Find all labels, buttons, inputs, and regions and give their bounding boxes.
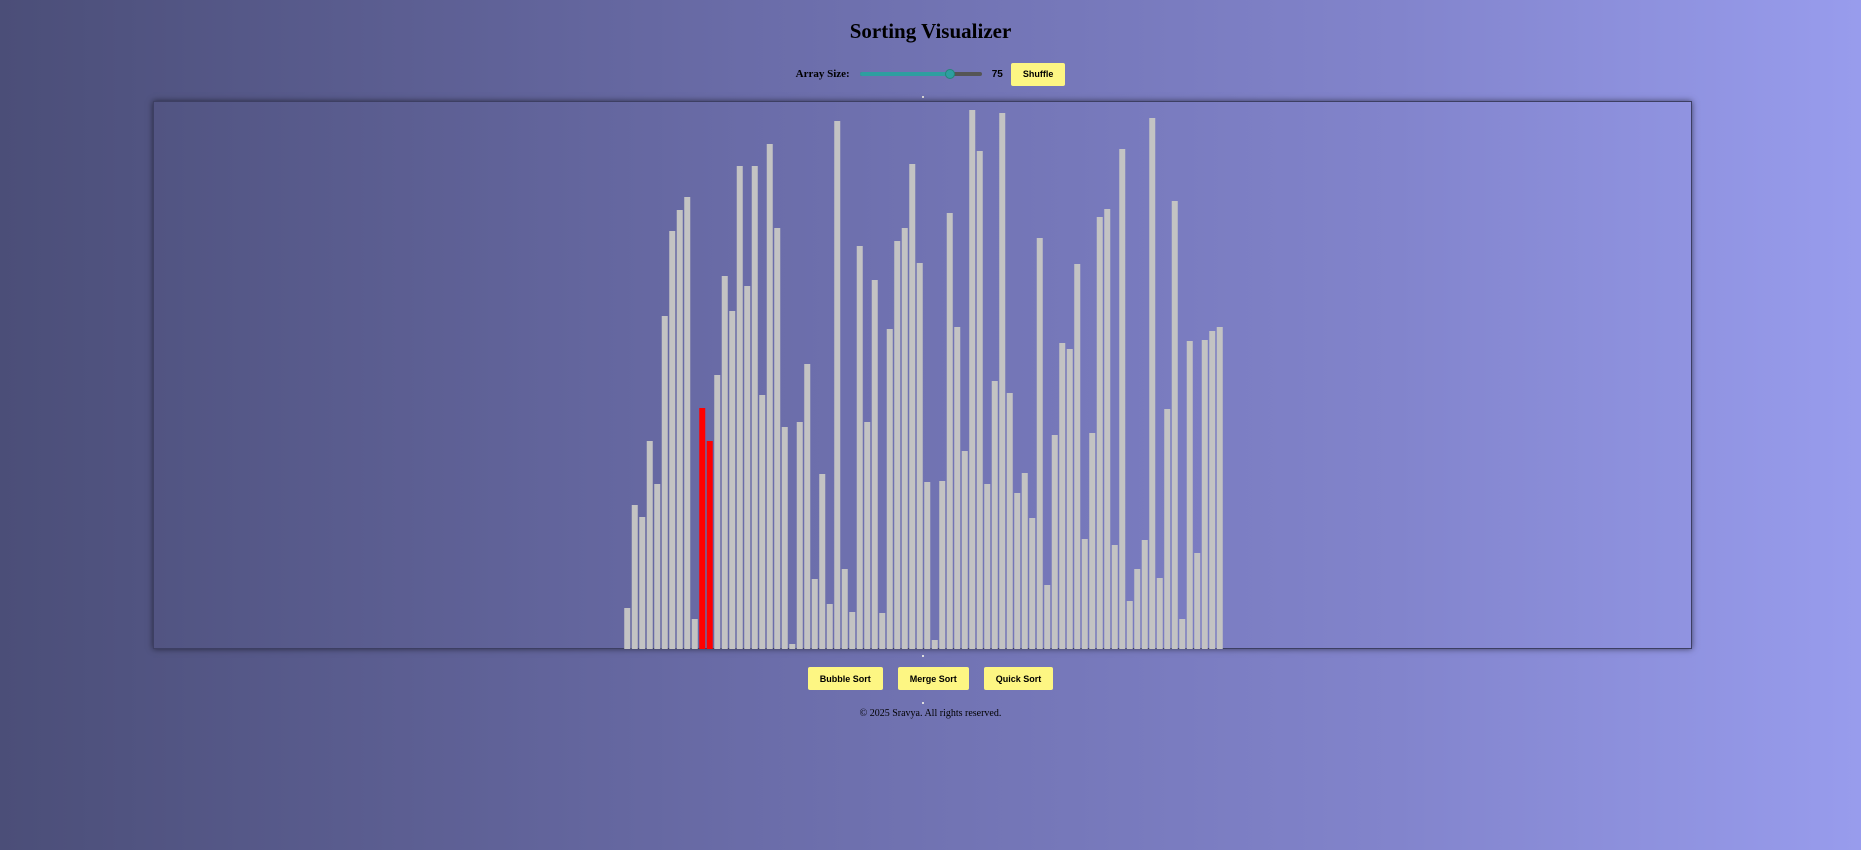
array-bar [676,210,683,649]
array-bar [1194,553,1201,649]
array-bar [661,316,668,649]
array-bar [729,311,736,649]
array-bar [759,395,766,649]
array-bar [684,197,691,649]
array-bar [1171,201,1178,649]
array-bar [954,327,961,649]
array-bar [1006,393,1013,649]
divider-dot [922,655,924,657]
visualizer-panel [153,101,1692,649]
array-bar [1179,619,1186,649]
array-bar [751,166,758,649]
shuffle-button[interactable]: Shuffle [1010,62,1066,86]
bars-chart [624,110,1223,649]
array-bar-active [699,408,706,649]
array-bar [849,612,856,649]
slider-fill [859,72,950,76]
array-bar [1126,601,1133,649]
array-bar [1014,493,1021,649]
page-title: Sorting Visualizer [849,19,1012,43]
array-bar [691,619,698,649]
array-bar [834,121,841,649]
array-size-value: 75 [991,68,1003,80]
array-bar [1044,585,1051,649]
array-bar [886,329,893,649]
array-bar [924,482,931,649]
array-bar [999,113,1006,649]
array-bar [669,231,676,649]
array-bar [1059,343,1066,649]
array-bar [1141,540,1148,649]
array-bar [744,286,751,649]
array-bar [976,151,983,649]
array-bar [826,604,833,649]
array-bar [841,569,848,649]
array-bar [1216,327,1223,649]
footer-text: © 2025 Sravya. All rights reserved. [859,708,1002,719]
array-bar [1066,349,1073,649]
array-bar [961,451,968,649]
array-bar [736,166,743,649]
array-bar [1036,238,1043,649]
array-bar [766,144,773,649]
array-bar [811,579,818,649]
array-bar [1096,217,1103,649]
quick-sort-button[interactable]: Quick Sort [983,667,1054,690]
array-bar [721,276,728,649]
array-bar [819,474,826,649]
array-bar [856,246,863,649]
array-bar [901,228,908,649]
array-bar [984,484,991,649]
array-bar [864,422,871,649]
array-size-label: Array Size: [795,68,850,80]
array-bar [1119,149,1126,649]
array-bar [654,484,661,649]
array-bar [1104,209,1111,649]
slider-thumb[interactable] [944,69,955,79]
array-bar [804,364,811,649]
array-bar [1081,539,1088,649]
array-size-slider[interactable] [859,68,982,80]
array-bar [1209,331,1216,649]
array-bar-active [706,441,713,649]
bubble-sort-button[interactable]: Bubble Sort [807,667,883,690]
array-bar [624,608,631,649]
array-bar [991,381,998,649]
array-bar [1089,433,1096,649]
array-bar [871,280,878,649]
array-bar [879,613,886,649]
divider-dot [922,96,924,98]
array-bar [639,517,646,649]
array-bar [931,640,938,649]
array-bar [969,110,976,649]
array-bar [1149,118,1156,649]
array-bar [939,481,946,649]
array-bar [1186,341,1193,649]
array-bar [646,441,653,649]
array-bar [916,263,923,649]
merge-sort-button[interactable]: Merge Sort [897,667,969,690]
array-bar [946,213,953,649]
sort-buttons: Bubble Sort Merge Sort Quick Sort [0,667,1861,690]
array-bar [1074,264,1081,649]
array-bar [1164,409,1171,649]
array-bar [1201,340,1208,649]
array-bar [714,375,721,649]
array-bar [909,164,916,649]
array-size-controls: Array Size: 75 Shuffle [0,62,1861,86]
array-bar [631,505,638,649]
divider-dot [922,702,924,704]
array-bar [774,228,781,649]
array-bar [1021,473,1028,649]
array-bar [796,422,803,649]
array-bar [1029,518,1036,649]
array-bar [789,644,796,649]
array-bar [1134,569,1141,649]
array-bar [781,427,788,649]
array-bar [1156,578,1163,649]
array-bar [1111,545,1118,649]
array-bar [1051,435,1058,649]
array-bar [894,241,901,649]
